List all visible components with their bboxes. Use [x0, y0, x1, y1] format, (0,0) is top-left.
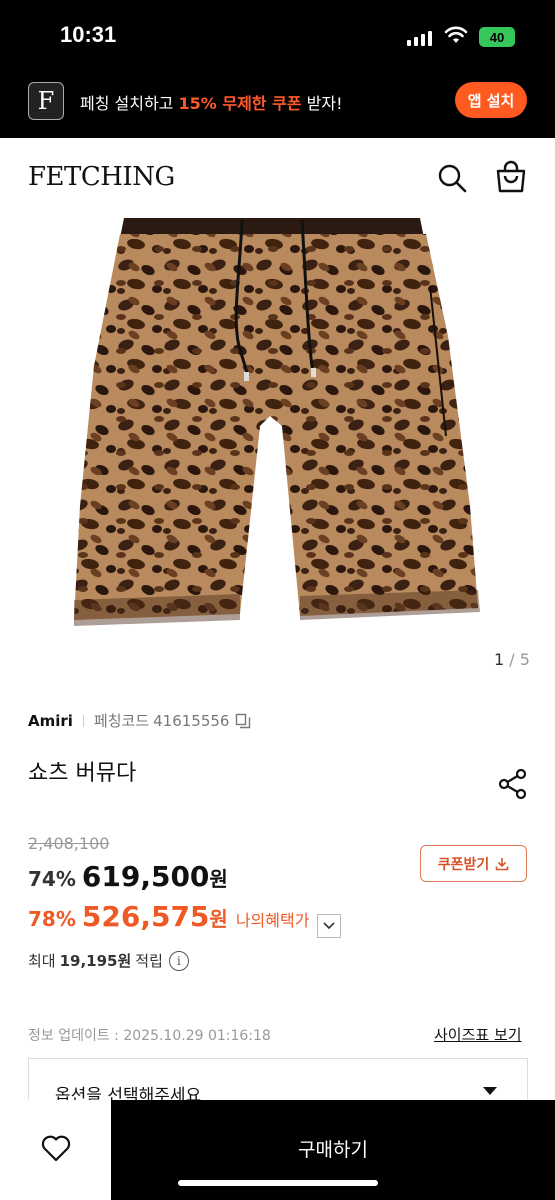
- install-app-button[interactable]: 앱 설치: [455, 82, 527, 118]
- benefit-label: 나의혜택가: [235, 911, 310, 930]
- points-value: 19,195원: [59, 952, 132, 970]
- benefit-price-row: 78% 526,575 원 나의혜택가: [28, 900, 342, 938]
- currency: 원: [209, 867, 228, 891]
- brand-row: Amiri 페칭코드 41615556: [28, 710, 251, 731]
- sale-price: 619,500: [81, 860, 210, 893]
- home-indicator: [178, 1180, 378, 1186]
- site-logo[interactable]: FETCHING: [28, 162, 175, 192]
- size-chart-link[interactable]: 사이즈표 보기: [434, 1024, 522, 1045]
- points-row: 최대 19,195원 적립 i: [28, 950, 189, 971]
- original-price: 2,408,100: [28, 834, 110, 853]
- product-code: 41615556: [153, 711, 230, 730]
- benefit-discount-rate: 78%: [28, 907, 76, 931]
- promo-text: 페칭 설치하고 15% 무제한 쿠폰 받자!: [80, 94, 343, 113]
- app-logo-icon: F: [28, 82, 64, 120]
- promo-highlight: 15% 무제한 쿠폰: [178, 94, 302, 113]
- status-time: 10:31: [60, 22, 117, 47]
- site-header: FETCHING: [0, 138, 555, 218]
- sale-price-row: 74% 619,500 원: [28, 860, 228, 893]
- copy-icon[interactable]: [235, 713, 251, 729]
- coupon-button-label: 쿠폰받기: [437, 856, 490, 873]
- benefit-price: 526,575: [81, 900, 210, 933]
- status-bar: 10:31 40: [0, 0, 555, 66]
- product-name: 쇼츠 버뮤다: [28, 761, 137, 786]
- info-icon[interactable]: i: [168, 950, 189, 971]
- share-icon[interactable]: [497, 768, 529, 800]
- product-image[interactable]: [70, 216, 486, 636]
- image-counter: 1 / 5: [494, 650, 530, 669]
- battery-icon: 40: [479, 27, 515, 47]
- wifi-icon: [444, 26, 468, 43]
- discount-rate: 74%: [28, 867, 76, 891]
- divider: [82, 714, 84, 727]
- caret-down-icon: [483, 1087, 497, 1095]
- heart-icon: [41, 1135, 70, 1162]
- chevron-down-icon: [323, 922, 335, 930]
- battery-level: 40: [489, 29, 505, 45]
- brand-name[interactable]: Amiri: [28, 712, 73, 730]
- app-install-banner: F 페칭 설치하고 15% 무제한 쿠폰 받자! 앱 설치: [0, 66, 555, 138]
- search-icon[interactable]: [436, 162, 468, 194]
- download-icon: [495, 857, 509, 870]
- cellular-signal-icon: [407, 30, 432, 46]
- currency: 원: [209, 907, 228, 931]
- product-code-label: 페칭코드: [93, 712, 150, 730]
- wishlist-button[interactable]: [0, 1100, 111, 1200]
- benefit-expand-button[interactable]: [317, 914, 342, 938]
- update-timestamp: 정보 업데이트 : 2025.10.29 01:16:18: [28, 1028, 271, 1044]
- get-coupon-button[interactable]: 쿠폰받기: [420, 845, 527, 882]
- shopping-bag-icon[interactable]: [494, 160, 528, 194]
